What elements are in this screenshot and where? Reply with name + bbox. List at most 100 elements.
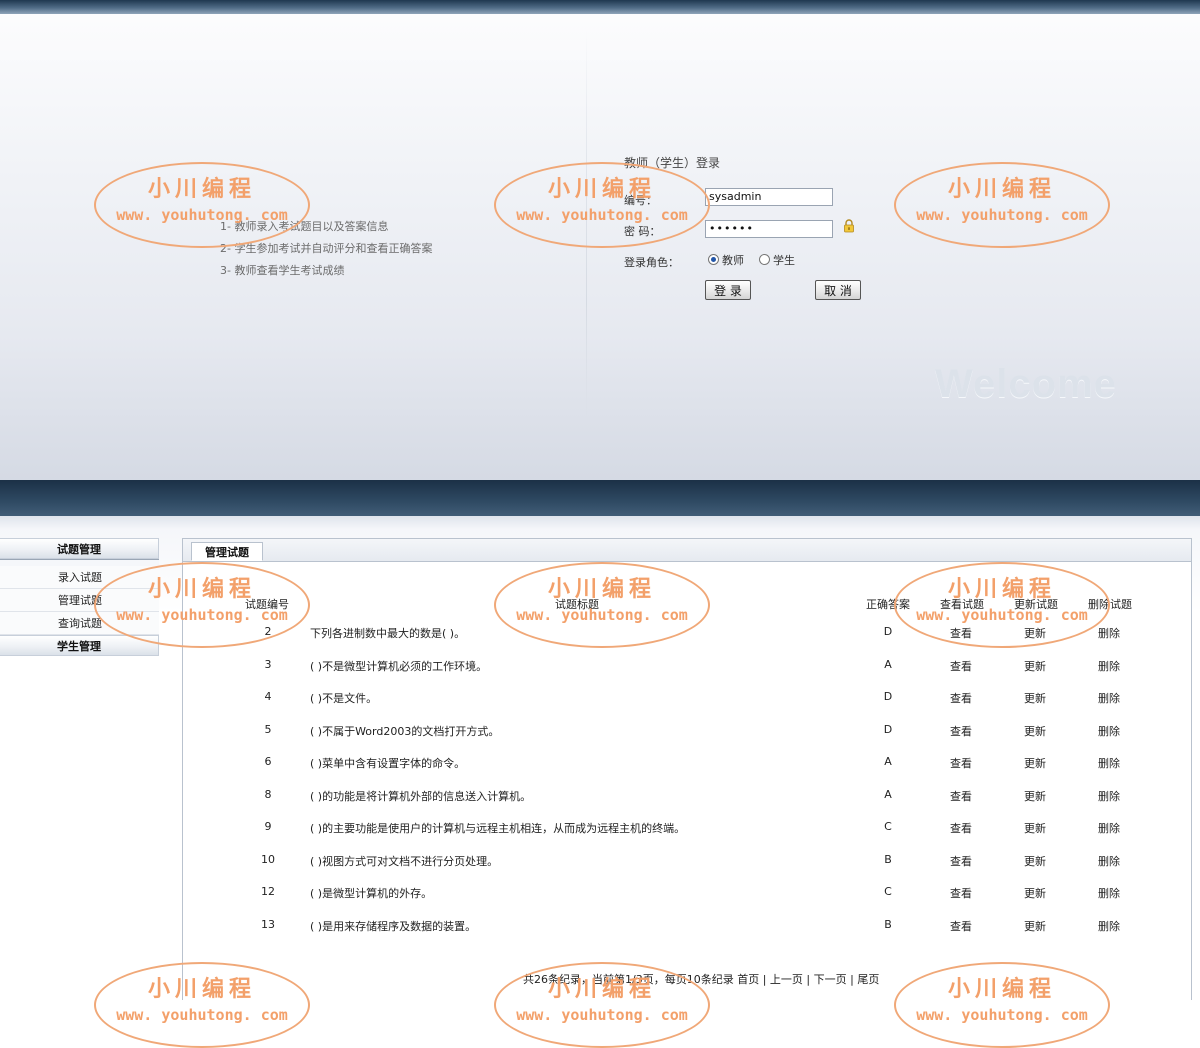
view-link[interactable]: 查看 bbox=[943, 625, 979, 641]
question-title: ( )不属于Word2003的文档打开方式。 bbox=[310, 724, 500, 738]
question-title: ( )不是文件。 bbox=[310, 692, 378, 705]
col-header-id: 试题编号 bbox=[245, 598, 289, 611]
delete-link[interactable]: 删除 bbox=[1091, 690, 1127, 706]
view-link[interactable]: 查看 bbox=[943, 918, 979, 934]
intro-item: 1- 教师录入考试题目以及答案信息 bbox=[220, 220, 389, 233]
pager-sep: | bbox=[762, 973, 767, 986]
password-label: 密 码： bbox=[624, 225, 661, 238]
cancel-button[interactable]: 取 消 bbox=[815, 280, 861, 300]
question-id: 2 bbox=[264, 625, 272, 638]
delete-link[interactable]: 删除 bbox=[1091, 885, 1127, 901]
col-header-update: 更新试题 bbox=[1014, 598, 1058, 611]
question-title: ( )的功能是将计算机外部的信息送入计算机。 bbox=[310, 789, 532, 803]
pager-next-link[interactable]: 下一页 bbox=[814, 973, 847, 986]
intro-item: 2- 学生参加考试并自动评分和查看正确答案 bbox=[220, 242, 433, 255]
view-link[interactable]: 查看 bbox=[943, 788, 979, 804]
role-student-radio[interactable] bbox=[759, 254, 770, 265]
question-title: 下列各进制数中最大的数是( )。 bbox=[310, 627, 466, 640]
sidebar-item-query-questions[interactable]: 查询试题 bbox=[0, 612, 159, 635]
update-link[interactable]: 更新 bbox=[1017, 755, 1053, 771]
correct-answer: D bbox=[883, 690, 893, 703]
delete-link[interactable]: 删除 bbox=[1091, 625, 1127, 641]
delete-link[interactable]: 删除 bbox=[1091, 788, 1127, 804]
view-link[interactable]: 查看 bbox=[943, 690, 979, 706]
question-title: ( )是微型计算机的外存。 bbox=[310, 887, 433, 900]
correct-answer: A bbox=[884, 657, 892, 671]
admin-screen: 试题管理 录入试题 管理试题 查询试题 学生管理 管理试题 试题编号 试题标题 … bbox=[0, 516, 1200, 1000]
sidebar-separator bbox=[0, 559, 159, 566]
tab-strip: 管理试题 bbox=[183, 539, 1191, 562]
question-id: 13 bbox=[261, 917, 275, 931]
role-label: 登录角色： bbox=[624, 256, 679, 269]
col-header-title: 试题标题 bbox=[555, 598, 599, 611]
table-row: 4 ( )不是文件。 D 查看 更新 删除 bbox=[183, 690, 1191, 710]
correct-answer: B bbox=[884, 852, 892, 866]
view-link[interactable]: 查看 bbox=[943, 723, 979, 739]
login-button[interactable]: 登 录 bbox=[705, 280, 751, 300]
delete-link[interactable]: 删除 bbox=[1091, 658, 1127, 674]
view-link[interactable]: 查看 bbox=[943, 755, 979, 771]
question-id: 3 bbox=[264, 657, 272, 671]
sidebar-item-manage-questions[interactable]: 管理试题 bbox=[0, 589, 159, 612]
feature-intro-list: 1- 教师录入考试题目以及答案信息 2- 学生参加考试并自动评分和查看正确答案 … bbox=[220, 218, 432, 284]
table-row: 9 ( )的主要功能是使用户的计算机与远程主机相连，从而成为远程主机的终端。 C 查看… bbox=[183, 820, 1191, 840]
table-row: 10 ( )视图方式可对文档不进行分页处理。 B 查看 更新 删除 bbox=[183, 853, 1191, 873]
role-teacher-radio[interactable] bbox=[708, 254, 719, 265]
pager-summary: 共26条纪录，当前第1/3页，每页10条纪录 bbox=[523, 973, 734, 986]
update-link[interactable]: 更新 bbox=[1017, 723, 1053, 739]
update-link[interactable]: 更新 bbox=[1017, 658, 1053, 674]
password-input[interactable]: •••••• bbox=[705, 220, 833, 238]
id-label: 编号： bbox=[624, 194, 657, 207]
sidebar-group-questions[interactable]: 试题管理 bbox=[0, 538, 159, 559]
update-link[interactable]: 更新 bbox=[1017, 820, 1053, 836]
view-link[interactable]: 查看 bbox=[943, 853, 979, 869]
question-title: ( )的主要功能是使用户的计算机与远程主机相连，从而成为远程主机的终端。 bbox=[310, 822, 686, 835]
question-id: 12 bbox=[261, 885, 275, 898]
role-radio-group: 教师 学生 bbox=[708, 252, 795, 268]
intro-item: 3- 教师查看学生考试成绩 bbox=[220, 264, 345, 277]
view-link[interactable]: 查看 bbox=[943, 658, 979, 674]
update-link[interactable]: 更新 bbox=[1017, 788, 1053, 804]
table-row: 3 ( )不是微型计算机必须的工作环境。 A 查看 更新 删除 bbox=[183, 658, 1191, 678]
question-id: 5 bbox=[264, 722, 272, 736]
update-link[interactable]: 更新 bbox=[1017, 690, 1053, 706]
pager-sep: | bbox=[850, 973, 854, 986]
separator-band bbox=[0, 480, 1200, 516]
table-row: 2 下列各进制数中最大的数是( )。 D 查看 更新 删除 bbox=[183, 625, 1191, 645]
role-teacher-label: 教师 bbox=[722, 254, 744, 267]
question-title: ( )是用来存储程序及数据的装置。 bbox=[310, 919, 477, 933]
sidebar-item-add-question[interactable]: 录入试题 bbox=[0, 566, 159, 589]
correct-answer: C bbox=[884, 820, 892, 833]
view-link[interactable]: 查看 bbox=[943, 820, 979, 836]
update-link[interactable]: 更新 bbox=[1017, 625, 1053, 641]
update-link[interactable]: 更新 bbox=[1017, 853, 1053, 869]
pager-sep: | bbox=[806, 973, 811, 986]
table-row: 6 ( )菜单中含有设置字体的命令。 A 查看 更新 删除 bbox=[183, 755, 1191, 775]
login-divider bbox=[586, 30, 587, 420]
update-link[interactable]: 更新 bbox=[1017, 885, 1053, 901]
question-id: 8 bbox=[264, 787, 272, 801]
delete-link[interactable]: 删除 bbox=[1091, 723, 1127, 739]
welcome-text: Welcome bbox=[935, 362, 1117, 406]
question-id: 9 bbox=[264, 820, 272, 833]
correct-answer: B bbox=[884, 917, 892, 931]
pager-last-link[interactable]: 尾页 bbox=[857, 973, 879, 986]
pager-prev-link[interactable]: 上一页 bbox=[770, 973, 803, 986]
table-row: 12 ( )是微型计算机的外存。 C 查看 更新 删除 bbox=[183, 885, 1191, 905]
update-link[interactable]: 更新 bbox=[1017, 918, 1053, 934]
delete-link[interactable]: 删除 bbox=[1091, 755, 1127, 771]
delete-link[interactable]: 删除 bbox=[1091, 853, 1127, 869]
delete-link[interactable]: 删除 bbox=[1091, 918, 1127, 934]
id-input[interactable]: sysadmin bbox=[705, 188, 833, 206]
col-header-answer: 正确答案 bbox=[866, 598, 910, 611]
tab-manage-questions[interactable]: 管理试题 bbox=[191, 542, 263, 561]
sidebar-group-students[interactable]: 学生管理 bbox=[0, 635, 159, 656]
table-row: 13 ( )是用来存储程序及数据的装置。 B 查看 更新 删除 bbox=[183, 918, 1191, 938]
question-title: ( )不是微型计算机必须的工作环境。 bbox=[310, 659, 488, 673]
delete-link[interactable]: 删除 bbox=[1091, 820, 1127, 836]
view-link[interactable]: 查看 bbox=[943, 885, 979, 901]
lock-icon bbox=[844, 219, 854, 233]
login-title: 教师（学生）登录 bbox=[624, 156, 721, 170]
pager-first-link[interactable]: 首页 bbox=[737, 973, 759, 986]
correct-answer: D bbox=[883, 722, 893, 736]
